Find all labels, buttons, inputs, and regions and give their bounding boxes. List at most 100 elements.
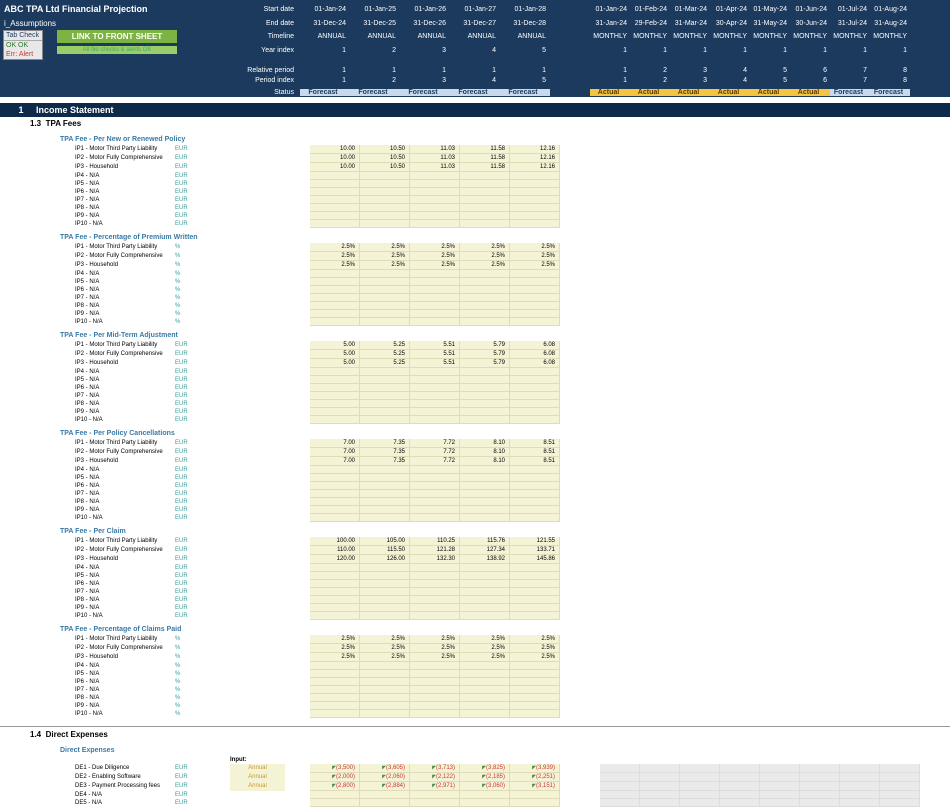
value-cell[interactable] [360,392,410,400]
value-cell[interactable] [310,506,360,514]
value-cell[interactable]: 2.5% [310,644,360,653]
value-cell[interactable] [310,588,360,596]
value-cell[interactable]: 10.00 [310,145,360,154]
value-cell[interactable] [460,612,510,620]
value-cell[interactable] [510,670,560,678]
value-cell[interactable] [410,196,460,204]
value-cell[interactable]: 7.00 [310,457,360,466]
value-cell[interactable] [360,588,410,596]
value-cell[interactable]: 110.00 [310,546,360,555]
value-cell[interactable]: 10.50 [360,145,410,154]
value-cell[interactable] [510,474,560,482]
value-cell[interactable] [410,204,460,212]
value-cell[interactable]: ◤(2,185) [460,773,510,782]
value-cell[interactable] [310,278,360,286]
value-cell[interactable] [460,702,510,710]
value-cell[interactable] [310,318,360,326]
value-cell[interactable] [360,286,410,294]
value-cell[interactable] [360,278,410,286]
value-cell[interactable] [510,662,560,670]
value-cell[interactable] [410,278,460,286]
value-cell[interactable] [310,564,360,572]
value-cell[interactable] [510,702,560,710]
value-cell[interactable] [510,791,560,799]
value-cell[interactable] [310,694,360,702]
value-cell[interactable] [410,710,460,718]
value-cell[interactable]: ◤(2,060) [360,773,410,782]
value-cell[interactable] [510,466,560,474]
value-cell[interactable] [360,196,410,204]
value-cell[interactable] [460,172,510,180]
value-cell[interactable] [460,196,510,204]
value-cell[interactable] [460,564,510,572]
value-cell[interactable] [360,498,410,506]
value-cell[interactable] [510,408,560,416]
month-cell[interactable] [680,791,720,799]
value-cell[interactable] [410,172,460,180]
value-cell[interactable] [510,604,560,612]
value-cell[interactable] [310,482,360,490]
value-cell[interactable]: 2.5% [510,261,560,270]
value-cell[interactable] [410,670,460,678]
value-cell[interactable] [510,482,560,490]
value-cell[interactable]: 11.03 [410,163,460,172]
value-cell[interactable] [360,220,410,228]
value-cell[interactable] [460,588,510,596]
value-cell[interactable] [460,506,510,514]
value-cell[interactable] [310,580,360,588]
value-cell[interactable] [510,400,560,408]
value-cell[interactable]: 2.5% [360,635,410,644]
value-cell[interactable]: 2.5% [410,252,460,261]
value-cell[interactable]: ◤(3,939) [510,764,560,773]
value-cell[interactable] [360,212,410,220]
month-cell[interactable] [800,799,840,807]
value-cell[interactable] [510,310,560,318]
value-cell[interactable]: 2.5% [310,635,360,644]
value-cell[interactable] [460,466,510,474]
value-cell[interactable] [360,400,410,408]
value-cell[interactable]: 5.00 [310,359,360,368]
value-cell[interactable]: 7.72 [410,457,460,466]
value-cell[interactable] [310,686,360,694]
value-cell[interactable] [510,180,560,188]
value-cell[interactable] [410,799,460,807]
month-cell[interactable] [720,782,760,791]
value-cell[interactable] [310,710,360,718]
value-cell[interactable] [360,612,410,620]
value-cell[interactable]: 8.10 [460,457,510,466]
value-cell[interactable] [510,588,560,596]
value-cell[interactable] [510,580,560,588]
value-cell[interactable] [460,686,510,694]
month-cell[interactable] [880,799,920,807]
value-cell[interactable] [360,474,410,482]
month-cell[interactable] [880,764,920,773]
value-cell[interactable] [360,572,410,580]
value-cell[interactable]: 2.5% [460,635,510,644]
value-cell[interactable] [310,678,360,686]
value-cell[interactable] [460,384,510,392]
value-cell[interactable] [510,302,560,310]
month-cell[interactable] [800,764,840,773]
value-cell[interactable] [360,180,410,188]
value-cell[interactable] [510,694,560,702]
value-cell[interactable] [460,670,510,678]
value-cell[interactable] [310,416,360,424]
value-cell[interactable] [360,376,410,384]
month-cell[interactable] [720,764,760,773]
value-cell[interactable]: 2.5% [360,261,410,270]
value-cell[interactable]: 7.35 [360,448,410,457]
value-cell[interactable]: 2.5% [410,653,460,662]
value-cell[interactable] [460,572,510,580]
value-cell[interactable]: 5.25 [360,359,410,368]
value-cell[interactable]: 10.50 [360,163,410,172]
value-cell[interactable] [360,204,410,212]
value-cell[interactable] [510,490,560,498]
value-cell[interactable]: 126.00 [360,555,410,564]
value-cell[interactable]: 120.00 [310,555,360,564]
value-cell[interactable] [360,188,410,196]
value-cell[interactable]: 12.16 [510,163,560,172]
value-cell[interactable] [360,710,410,718]
value-cell[interactable]: 5.25 [360,341,410,350]
value-cell[interactable]: 5.00 [310,350,360,359]
value-cell[interactable] [360,799,410,807]
